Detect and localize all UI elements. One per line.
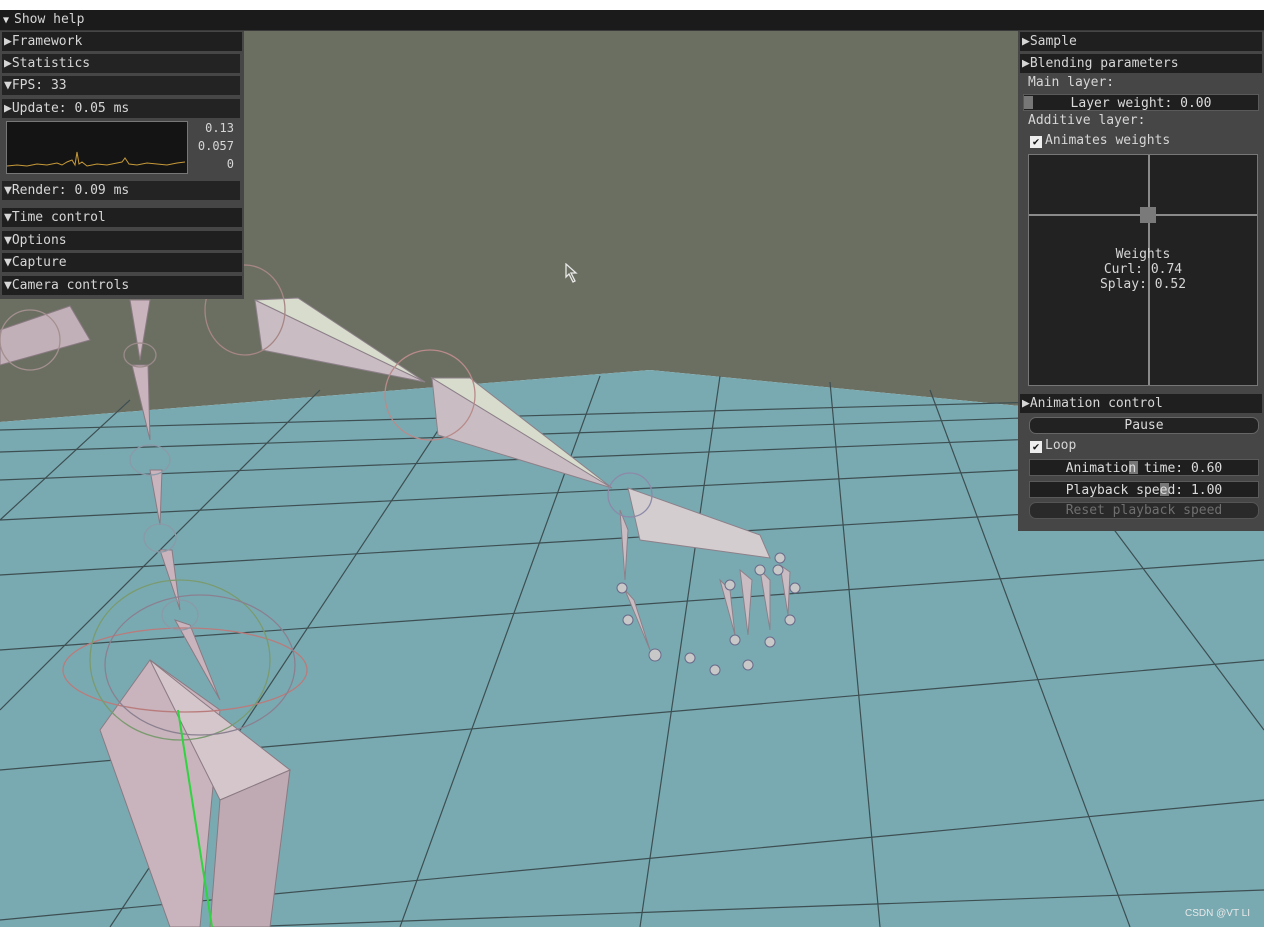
collapsed-triangle-icon: ▶ [4,56,12,71]
time-control-header[interactable]: ▼Time control [2,208,242,227]
playback-speed-label: Playback speed: 1.00 [1065,483,1223,498]
render-header[interactable]: ▼Render: 0.09 ms [2,181,240,200]
expand-triangle-icon: ▼ [3,15,10,26]
animates-weights-label: Animates weights [1045,133,1171,148]
animation-control-header[interactable]: ▶Animation control [1020,394,1262,413]
graph-min-value: 0 [226,157,234,171]
pause-button[interactable]: Pause [1029,417,1259,434]
sample-label: Sample [1029,34,1077,49]
camera-controls-label: Camera controls [11,278,130,293]
statistics-header[interactable]: ▶Statistics [2,54,240,73]
expand-triangle-icon: ▼ [4,183,12,198]
animation-time-label: Animation time: 0.60 [1065,461,1223,476]
framework-label: Framework [11,34,83,49]
graph-mid-value: 0.057 [197,139,234,153]
update-time-graph [6,121,188,174]
curl-value: Curl: 0.74 [1103,262,1183,277]
framework-panel: ▶Framework ▶Statistics ▼FPS: 33 ▶Update:… [0,31,244,299]
collapsed-triangle-icon: ▶ [1022,56,1030,71]
playback-speed-slider[interactable]: Playback speed: 1.00 [1029,481,1259,498]
framework-header[interactable]: ▶Framework [2,32,242,51]
main-layer-label: Main layer: [1028,75,1115,90]
blending-parameters-header[interactable]: ▶Blending parameters [1020,54,1262,73]
sample-header[interactable]: ▶Sample [1020,32,1262,51]
render-label: Render: 0.09 ms [11,183,130,198]
weights-pad-handle[interactable] [1140,207,1156,223]
options-header[interactable]: ▼Options [2,231,242,250]
fps-label: FPS: 33 [11,78,67,93]
show-help-bar[interactable]: ▼ Show help [0,10,1264,31]
options-label: Options [11,233,67,248]
collapsed-triangle-icon: ▶ [4,101,12,116]
loop-checkbox[interactable]: ✔ Loop [1030,437,1076,455]
camera-controls-header[interactable]: ▼Camera controls [2,276,242,295]
checkmark-icon: ✔ [1030,136,1042,148]
layer-weight-slider[interactable]: Layer weight: 0.00 [1023,94,1259,111]
expand-triangle-icon: ▼ [4,278,12,293]
additive-layer-label: Additive layer: [1028,113,1146,128]
weights-2d-pad[interactable]: Weights Curl: 0.74 Splay: 0.52 [1028,154,1258,386]
checkmark-icon: ✔ [1030,441,1042,453]
animation-time-slider[interactable]: Animation time: 0.60 [1029,459,1259,476]
frame-time-line [6,151,186,167]
animates-weights-checkbox[interactable]: ✔ Animates weights [1030,132,1170,150]
collapsed-triangle-icon: ▶ [1022,396,1030,411]
frame-time-plot [6,151,186,167]
update-header[interactable]: ▶Update: 0.05 ms [2,99,240,118]
expand-triangle-icon: ▼ [4,233,12,248]
weights-title: Weights [1115,247,1171,262]
statistics-label: Statistics [11,56,91,71]
capture-label: Capture [11,255,67,270]
animation-control-label: Animation control [1029,396,1163,411]
expand-triangle-icon: ▼ [4,78,12,93]
loop-label: Loop [1045,438,1077,453]
layer-weight-slider-knob[interactable] [1024,96,1033,109]
expand-triangle-icon: ▼ [4,255,12,270]
show-help-label: Show help [14,12,85,27]
mouse-cursor-icon [565,263,578,283]
capture-header[interactable]: ▼Capture [2,253,242,272]
graph-max-value: 0.13 [205,121,234,135]
update-label: Update: 0.05 ms [11,101,130,116]
fps-header[interactable]: ▼FPS: 33 [2,76,240,95]
splay-value: Splay: 0.52 [1099,277,1187,292]
blending-parameters-label: Blending parameters [1029,56,1179,71]
reset-playback-speed-button[interactable]: Reset playback speed [1029,502,1259,519]
collapsed-triangle-icon: ▶ [1022,34,1030,49]
time-control-label: Time control [11,210,106,225]
layer-weight-label: Layer weight: 0.00 [1070,96,1212,111]
expand-triangle-icon: ▼ [4,210,12,225]
sample-panel: ▶Sample ▶Blending parameters Main layer:… [1018,31,1264,531]
watermark-text: CSDN @VT LI [1185,908,1250,919]
collapsed-triangle-icon: ▶ [4,34,12,49]
